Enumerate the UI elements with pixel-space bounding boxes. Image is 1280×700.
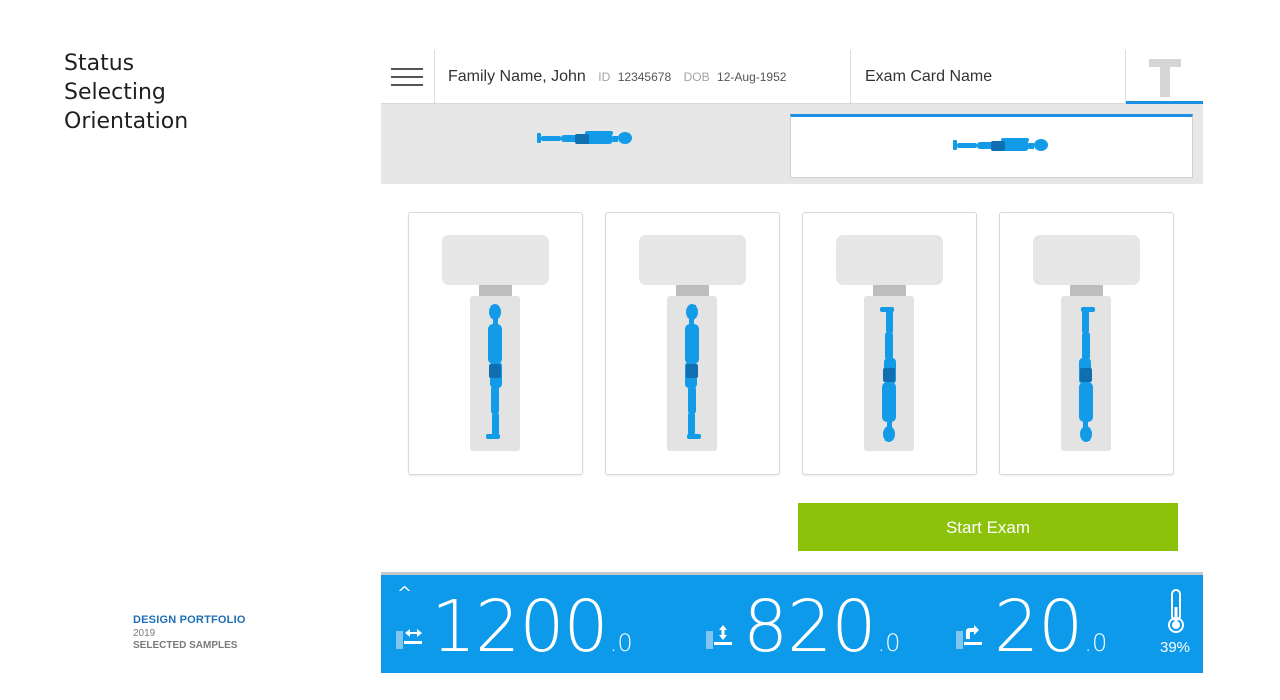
- position-card-standing-left[interactable]: [408, 212, 583, 475]
- thermometer-icon: [1168, 589, 1184, 633]
- status-line-2: Selecting: [64, 80, 166, 105]
- angle-icon: [956, 625, 982, 649]
- divider: [850, 50, 851, 103]
- horizontal-position-value: 1200: [431, 585, 609, 668]
- vertical-position-readout: 820.0: [743, 587, 900, 683]
- start-exam-button[interactable]: Start Exam: [798, 503, 1178, 551]
- temperature-value: 39%: [1160, 639, 1191, 656]
- portfolio-year: 2019: [133, 628, 156, 639]
- status-line-3: Orientation: [64, 109, 189, 134]
- position-card-standing-right[interactable]: [605, 212, 780, 475]
- horizontal-position-decimal: .0: [609, 629, 633, 657]
- inverted-facing-right-icon: [1079, 307, 1095, 442]
- angle-decimal: .0: [1084, 629, 1108, 657]
- horizontal-position-readout: 1200.0: [431, 587, 633, 683]
- angle-readout: 20.0: [994, 587, 1107, 683]
- patient-id-label: ID: [598, 70, 611, 84]
- status-line-1: Status: [64, 51, 135, 76]
- menu-icon[interactable]: [391, 68, 423, 88]
- orientation-tab-feet-first[interactable]: [381, 104, 790, 184]
- patient-name: Family Name, John: [448, 68, 586, 85]
- standing-facing-left-icon: [486, 304, 502, 439]
- divider: [434, 50, 435, 103]
- status-label: Status Selecting Orientation: [64, 49, 188, 136]
- gantry-shape: [836, 235, 943, 285]
- exam-card-name[interactable]: Exam Card Name: [865, 68, 992, 86]
- portfolio-caption: DESIGN PORTFOLIO 2019 SELECTED SAMPLES: [133, 614, 246, 651]
- supine-head-first-icon: [953, 138, 1048, 151]
- position-card-inverted-right[interactable]: [999, 212, 1174, 475]
- inverted-facing-left-icon: [880, 307, 896, 442]
- table-logo-icon: [1149, 59, 1181, 67]
- patient-id-value: 12345678: [617, 70, 672, 84]
- orientation-selector: [381, 104, 1203, 184]
- standing-facing-right-icon: [685, 304, 701, 439]
- supine-feet-first-icon: [537, 131, 632, 144]
- position-cards: [381, 184, 1203, 489]
- device-app: Family Name, John ID 12345678 DOB 12-Aug…: [381, 50, 1203, 673]
- vertical-position-decimal: .0: [877, 629, 901, 657]
- patient-dob-value: 12-Aug-1952: [717, 70, 787, 84]
- angle-value: 20: [994, 585, 1083, 668]
- expand-caret-icon[interactable]: ^: [397, 583, 412, 604]
- gantry-shape: [639, 235, 746, 285]
- vertical-position-value: 820: [743, 585, 877, 668]
- patient-dob-label: DOB: [683, 70, 710, 84]
- gantry-shape: [442, 235, 549, 285]
- orientation-tab-head-first[interactable]: [790, 114, 1193, 178]
- portfolio-title: DESIGN PORTFOLIO: [133, 614, 246, 626]
- table-logo-tab[interactable]: [1126, 50, 1203, 104]
- table-position-footer: ^ 1200.0 820.0 20.0 39%: [381, 572, 1203, 673]
- header-bar: Family Name, John ID 12345678 DOB 12-Aug…: [381, 50, 1203, 104]
- vertical-position-icon: [706, 625, 732, 649]
- position-card-inverted-left[interactable]: [802, 212, 977, 475]
- portfolio-subtitle: SELECTED SAMPLES: [133, 640, 238, 651]
- horizontal-position-icon: [396, 629, 422, 649]
- patient-info: Family Name, John ID 12345678 DOB 12-Aug…: [448, 68, 786, 86]
- gantry-shape: [1033, 235, 1140, 285]
